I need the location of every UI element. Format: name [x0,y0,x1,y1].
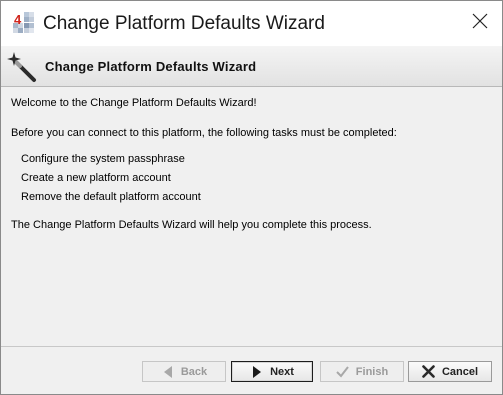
task-item: Remove the default platform account [21,191,201,203]
task-item: Create a new platform account [21,172,171,184]
x-icon [422,365,436,379]
close-icon [472,13,488,34]
back-button[interactable]: Back [142,361,226,382]
intro-text: Before you can connect to this platform,… [11,127,397,139]
closing-text: The Change Platform Defaults Wizard will… [11,219,372,231]
wizard-window: 4 Change Platform Defaults Wizard Change… [0,0,503,395]
next-button[interactable]: Next [231,361,313,382]
cancel-button-label: Cancel [441,365,479,378]
triangle-right-icon [250,365,264,379]
checkmark-icon [336,365,350,379]
window-title: Change Platform Defaults Wizard [43,13,325,34]
wizard-title: Change Platform Defaults Wizard [45,59,257,74]
finish-button[interactable]: Finish [320,361,404,382]
next-button-label: Next [270,365,294,378]
finish-button-label: Finish [355,365,389,378]
wizard-header: Change Platform Defaults Wizard [1,46,502,87]
welcome-text: Welcome to the Change Platform Defaults … [11,97,257,109]
magic-wand-icon [5,51,37,83]
button-bar: Back Next Finish Cancel [1,346,502,394]
svg-text:4: 4 [14,12,22,27]
title-bar: 4 Change Platform Defaults Wizard [1,1,502,46]
wizard-content: Welcome to the Change Platform Defaults … [1,87,502,345]
cancel-button[interactable]: Cancel [408,361,492,382]
task-item: Configure the system passphrase [21,153,185,165]
back-button-label: Back [180,365,208,378]
niagara-4-icon: 4 [13,12,35,34]
close-button[interactable] [458,1,502,46]
triangle-left-icon [161,365,175,379]
